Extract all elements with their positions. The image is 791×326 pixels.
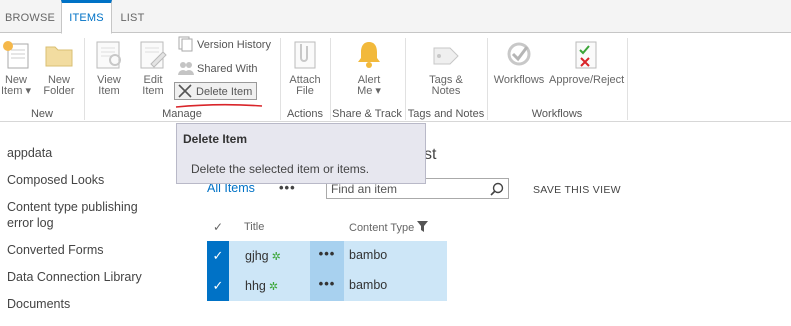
new-item-label-2: Item ▾ <box>1 85 31 97</box>
delete-item-label: Delete Item <box>196 86 253 98</box>
tab-items[interactable]: ITEMS <box>61 0 112 34</box>
table-row[interactable]: ✓ gjhg ✲ ••• bambo <box>207 241 447 271</box>
group-label-actions: Actions <box>286 108 324 120</box>
new-item-icon <box>0 38 32 70</box>
row-content-type: bambo <box>349 248 388 262</box>
group-separator <box>627 38 628 120</box>
nav-item-documents[interactable]: Documents <box>7 296 167 312</box>
ribbon: New Item ▾ New Folder New View Item Edit… <box>0 34 791 122</box>
approve-reject-button[interactable]: Approve/Reject <box>549 38 625 86</box>
nav-item-converted-forms[interactable]: Converted Forms <box>7 242 167 258</box>
view-item-icon <box>93 38 125 70</box>
group-label-workflows: Workflows <box>531 108 583 120</box>
version-history-icon <box>178 36 194 52</box>
nav-item-data-connection-library[interactable]: Data Connection Library <box>7 269 167 285</box>
version-history-label: Version History <box>197 39 271 51</box>
edit-item-button[interactable]: Edit Item <box>136 38 170 97</box>
delete-item-tooltip: Delete Item Delete the selected item or … <box>176 123 426 184</box>
workflows-label: Workflows <box>493 74 545 86</box>
tooltip-body: Delete the selected item or items. <box>191 162 370 176</box>
row-title[interactable]: gjhg ✲ <box>245 249 281 263</box>
filter-icon <box>417 221 429 235</box>
new-folder-label-2: Folder <box>43 85 75 97</box>
tag-icon <box>430 38 462 70</box>
column-header-content-type[interactable]: Content Type <box>349 221 429 235</box>
group-label-new: New <box>30 108 53 120</box>
quick-launch-nav: appdata Composed Looks Content type publ… <box>7 145 167 323</box>
group-label-share-track: Share & Track <box>332 108 402 120</box>
row-checkbox[interactable]: ✓ <box>207 241 229 271</box>
approve-reject-icon <box>570 38 602 70</box>
save-this-view-link[interactable]: SAVE THIS VIEW <box>533 184 621 196</box>
row-content-type: bambo <box>349 278 388 292</box>
group-label-manage: Manage <box>162 108 202 120</box>
view-item-button[interactable]: View Item <box>92 38 126 97</box>
bell-icon <box>353 38 385 70</box>
shared-with-button[interactable]: Shared With <box>178 60 258 78</box>
row-menu-ellipsis[interactable]: ••• <box>310 271 344 301</box>
new-item-button[interactable]: New Item ▾ <box>0 38 36 97</box>
delete-x-icon <box>177 83 193 99</box>
tags-notes-label-2: Notes <box>431 85 461 97</box>
nav-item-content-type-publishing[interactable]: Content type publishing <box>7 199 167 215</box>
shared-with-label: Shared With <box>197 63 258 75</box>
tab-browse[interactable]: BROWSE <box>0 0 60 34</box>
new-folder-button[interactable]: New Folder <box>40 38 78 97</box>
people-icon <box>178 60 194 76</box>
version-history-button[interactable]: Version History <box>178 36 271 54</box>
nav-item-appdata[interactable]: appdata <box>7 145 167 161</box>
nav-item-content-type-publishing-line2[interactable]: error log <box>7 215 167 231</box>
edit-item-label-2: Item <box>142 85 164 97</box>
tab-list[interactable]: LIST <box>113 0 152 34</box>
folder-icon <box>43 38 75 70</box>
new-item-marker-icon: ✲ <box>271 251 281 263</box>
tags-notes-button[interactable]: Tags & Notes <box>426 38 466 97</box>
column-header-title[interactable]: Title <box>244 221 264 233</box>
approve-reject-label: Approve/Reject <box>549 74 625 86</box>
tooltip-title: Delete Item <box>183 132 248 146</box>
nav-item-composed-looks[interactable]: Composed Looks <box>7 172 167 188</box>
select-all-checkbox[interactable]: ✓ <box>213 220 223 234</box>
group-label-tags-notes: Tags and Notes <box>407 108 485 120</box>
view-item-label-2: Item <box>98 85 120 97</box>
row-menu-ellipsis[interactable]: ••• <box>310 241 344 271</box>
row-checkbox[interactable]: ✓ <box>207 271 229 301</box>
attach-file-button[interactable]: Attach File <box>286 38 324 97</box>
row-title[interactable]: hhg ✲ <box>245 279 278 293</box>
edit-item-icon <box>137 38 169 70</box>
search-icon[interactable] <box>490 182 504 196</box>
alert-me-button[interactable]: Alert Me ▾ <box>350 38 388 97</box>
workflows-icon <box>503 38 535 70</box>
delete-item-button[interactable]: Delete Item <box>174 82 258 100</box>
alert-me-label-2: Me ▾ <box>357 85 381 97</box>
attach-file-icon <box>289 38 321 70</box>
new-item-marker-icon: ✲ <box>268 281 279 293</box>
workflows-button[interactable]: Workflows <box>493 38 545 86</box>
ribbon-tab-bar: BROWSE ITEMS LIST <box>0 0 791 34</box>
attach-file-label-2: File <box>296 85 314 97</box>
table-row[interactable]: ✓ hhg ✲ ••• bambo <box>207 271 447 301</box>
